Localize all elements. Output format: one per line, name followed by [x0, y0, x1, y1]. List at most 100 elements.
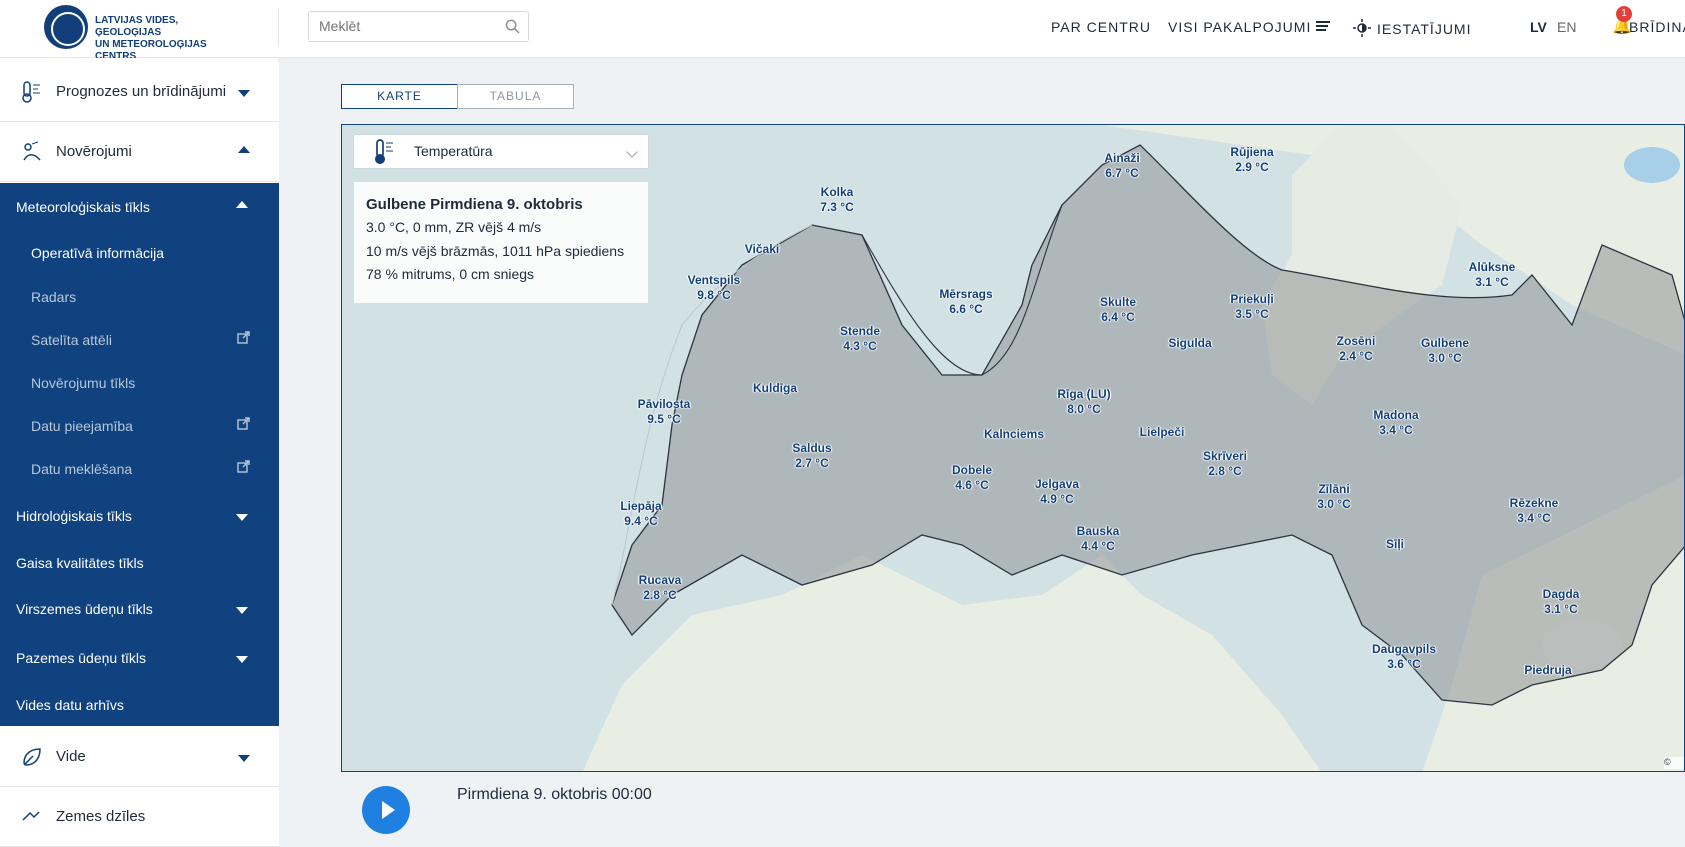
menu-datu-meklesana[interactable]: Datu meklēšana — [31, 461, 132, 477]
station-label[interactable]: Rēzekne 3.4 °C — [1510, 496, 1559, 526]
menu-vides-datu-arhivs[interactable]: Vides datu arhīvs — [16, 697, 124, 713]
nav-par-centru[interactable]: PAR CENTRU — [1051, 19, 1151, 35]
station-temp: 4.9 °C — [1040, 492, 1074, 506]
station-label[interactable]: Mērsrags 6.6 °C — [939, 287, 992, 317]
nav-visi-pakalpojumi[interactable]: VISI PAKALPOJUMI — [1168, 19, 1331, 35]
station-label[interactable]: Liepāja 9.4 °C — [620, 499, 661, 529]
station-name: Dobele — [951, 463, 993, 477]
layer-selector[interactable]: Temperatūra — [354, 135, 648, 168]
search-icon[interactable] — [505, 19, 520, 34]
menu-meteorologiskais-tikls[interactable]: Meteoroloģiskais tīkls — [16, 199, 150, 215]
leaf-icon — [23, 748, 41, 766]
tab-tabula[interactable]: TABULA — [457, 84, 574, 109]
play-button[interactable] — [362, 786, 410, 834]
station-label[interactable]: Skulte 6.4 °C — [1100, 295, 1136, 325]
station-name: Ventspils — [687, 273, 741, 287]
search-box[interactable] — [308, 11, 529, 42]
sidebar-item-vide[interactable]: Vide — [0, 727, 279, 787]
station-label[interactable]: Sīļi — [1386, 537, 1404, 552]
menu-hidrologiskais-tikls[interactable]: Hidroloģiskais tīkls — [16, 508, 132, 524]
lvgmc-logo[interactable] — [44, 5, 88, 49]
station-label[interactable]: Lielpeči — [1140, 425, 1185, 440]
sidebar-item-zemes-dziles[interactable]: Zemes dzīles — [0, 787, 279, 847]
station-name: Piedruja — [1524, 663, 1572, 677]
station-temp: 3.1 °C — [1475, 275, 1509, 289]
station-label[interactable]: Bauska 4.4 °C — [1077, 524, 1120, 554]
menu-datu-pieejamiba[interactable]: Datu pieejamība — [31, 418, 133, 434]
info-line-2: 10 m/s vējš brāzmās, 1011 hPa spiediens — [366, 243, 625, 259]
sidebar-item-zemes-dziles-label: Zemes dzīles — [56, 808, 146, 825]
menu-radars[interactable]: Radars — [31, 289, 76, 305]
station-label[interactable]: Priekuļi 3.5 °C — [1230, 292, 1273, 322]
station-label[interactable]: Zosēni 2.4 °C — [1337, 334, 1376, 364]
station-label[interactable]: Saldus 2.7 °C — [792, 441, 831, 471]
station-label[interactable]: Zīlāni 3.0 °C — [1317, 482, 1350, 512]
station-label[interactable]: Sigulda — [1168, 336, 1211, 351]
station-label[interactable]: Dobele 4.6 °C — [952, 463, 992, 493]
logo-text[interactable]: LATVIJAS VIDES, ĢEOLOĢIJAS UN METEOROLOĢ… — [95, 15, 245, 63]
sidebar: Prognozes un brīdinājumi Novērojumi Mete… — [0, 58, 279, 847]
menu-gaisa-kvalitates-tikls[interactable]: Gaisa kvalitātes tīkls — [16, 555, 144, 571]
station-temp: 4.6 °C — [955, 478, 989, 492]
station-label[interactable]: Ainaži 6.7 °C — [1104, 151, 1139, 181]
chevron-down-icon — [236, 607, 248, 614]
station-label[interactable]: Stende 4.3 °C — [840, 324, 880, 354]
station-label[interactable]: Alūksne 3.1 °C — [1469, 260, 1516, 290]
nav-iestatijumi[interactable]: IESTATĪJUMI — [1353, 19, 1471, 37]
weather-map[interactable]: Temperatūra Gulbene Pirmdiena 9. oktobri… — [341, 124, 1685, 772]
station-label[interactable]: Ventspils 9.8 °C — [688, 273, 741, 303]
sidebar-item-prognozes[interactable]: Prognozes un brīdinājumi — [0, 62, 279, 122]
station-temp: 6.6 °C — [949, 302, 983, 316]
station-label[interactable]: Vičaki — [745, 242, 779, 257]
station-label[interactable]: Skrīveri 2.8 °C — [1203, 449, 1247, 479]
info-line-3: 78 % mitrums, 0 cm sniegs — [366, 266, 535, 282]
nav-visi-pakalpojumi-label: VISI PAKALPOJUMI — [1168, 19, 1312, 35]
station-name: Rucava — [638, 573, 682, 587]
lang-en[interactable]: EN — [1557, 19, 1576, 35]
station-temp: 7.3 °C — [820, 200, 854, 214]
station-temp: 3.4 °C — [1379, 423, 1413, 437]
station-label[interactable]: Kolka 7.3 °C — [820, 185, 853, 215]
sidebar-item-novērojumi[interactable]: Novērojumi — [0, 122, 279, 182]
station-label[interactable]: Daugavpils 3.6 °C — [1372, 642, 1436, 672]
station-name: Kalnciems — [983, 427, 1045, 441]
station-label[interactable]: Dagda 3.1 °C — [1543, 587, 1580, 617]
nav-bridinajumi[interactable]: BRĪDINĀ — [1629, 19, 1685, 35]
station-name: Kolka — [820, 185, 854, 199]
map-attribution[interactable]: © — [1664, 757, 1684, 769]
station-label[interactable]: Piedruja — [1524, 663, 1571, 678]
station-name: Zosēni — [1336, 334, 1376, 348]
menu-operativa-informacija[interactable]: Operatīvā informācija — [31, 245, 164, 261]
station-label[interactable]: Rīga (LU) 8.0 °C — [1057, 387, 1110, 417]
station-label[interactable]: Kalnciems — [984, 427, 1044, 442]
station-name: Gulbene — [1420, 336, 1470, 350]
station-label[interactable]: Rūjiena 2.9 °C — [1230, 145, 1273, 175]
station-name: Bauska — [1076, 524, 1120, 538]
station-label[interactable]: Madona 3.4 °C — [1373, 408, 1418, 438]
menu-lines-icon — [1316, 21, 1331, 31]
lang-lv[interactable]: LV — [1530, 19, 1547, 35]
brightness-icon — [1353, 19, 1371, 37]
station-label[interactable]: Gulbene 3.0 °C — [1421, 336, 1469, 366]
station-name: Rūjiena — [1230, 145, 1274, 159]
station-temp: 9.4 °C — [624, 514, 658, 528]
menu-noverojumu-tikls[interactable]: Novērojumu tīkls — [31, 375, 135, 391]
menu-virszemes-udenu-tikls[interactable]: Virszemes ūdeņu tīkls — [16, 601, 153, 617]
station-name: Skulte — [1099, 295, 1137, 309]
sidebar-item-prognozes-label: Prognozes un brīdinājumi — [56, 83, 227, 100]
station-name: Vičaki — [744, 242, 780, 256]
station-label[interactable]: Jelgava 4.9 °C — [1035, 477, 1079, 507]
menu-satelita-atteli[interactable]: Satelīta attēli — [31, 332, 112, 348]
thermometer-icon — [22, 81, 40, 103]
timeline-label: Pirmdiena 9. oktobris 00:00 — [457, 786, 652, 803]
station-temp: 3.0 °C — [1317, 497, 1351, 511]
station-label[interactable]: Rucava 2.8 °C — [639, 573, 682, 603]
menu-pazemes-udenu-tikls[interactable]: Pazemes ūdeņu tīkls — [16, 650, 146, 666]
chevron-down-icon — [238, 90, 250, 97]
search-input[interactable] — [319, 18, 499, 34]
tab-karte[interactable]: KARTE — [341, 84, 458, 109]
station-label[interactable]: Pāvilosta 9.5 °C — [638, 397, 691, 427]
station-label[interactable]: Kuldīga — [753, 381, 797, 396]
top-header: LATVIJAS VIDES, ĢEOLOĢIJAS UN METEOROLOĢ… — [0, 0, 1685, 62]
info-title: Gulbene Pirmdiena 9. oktobris — [366, 196, 583, 213]
